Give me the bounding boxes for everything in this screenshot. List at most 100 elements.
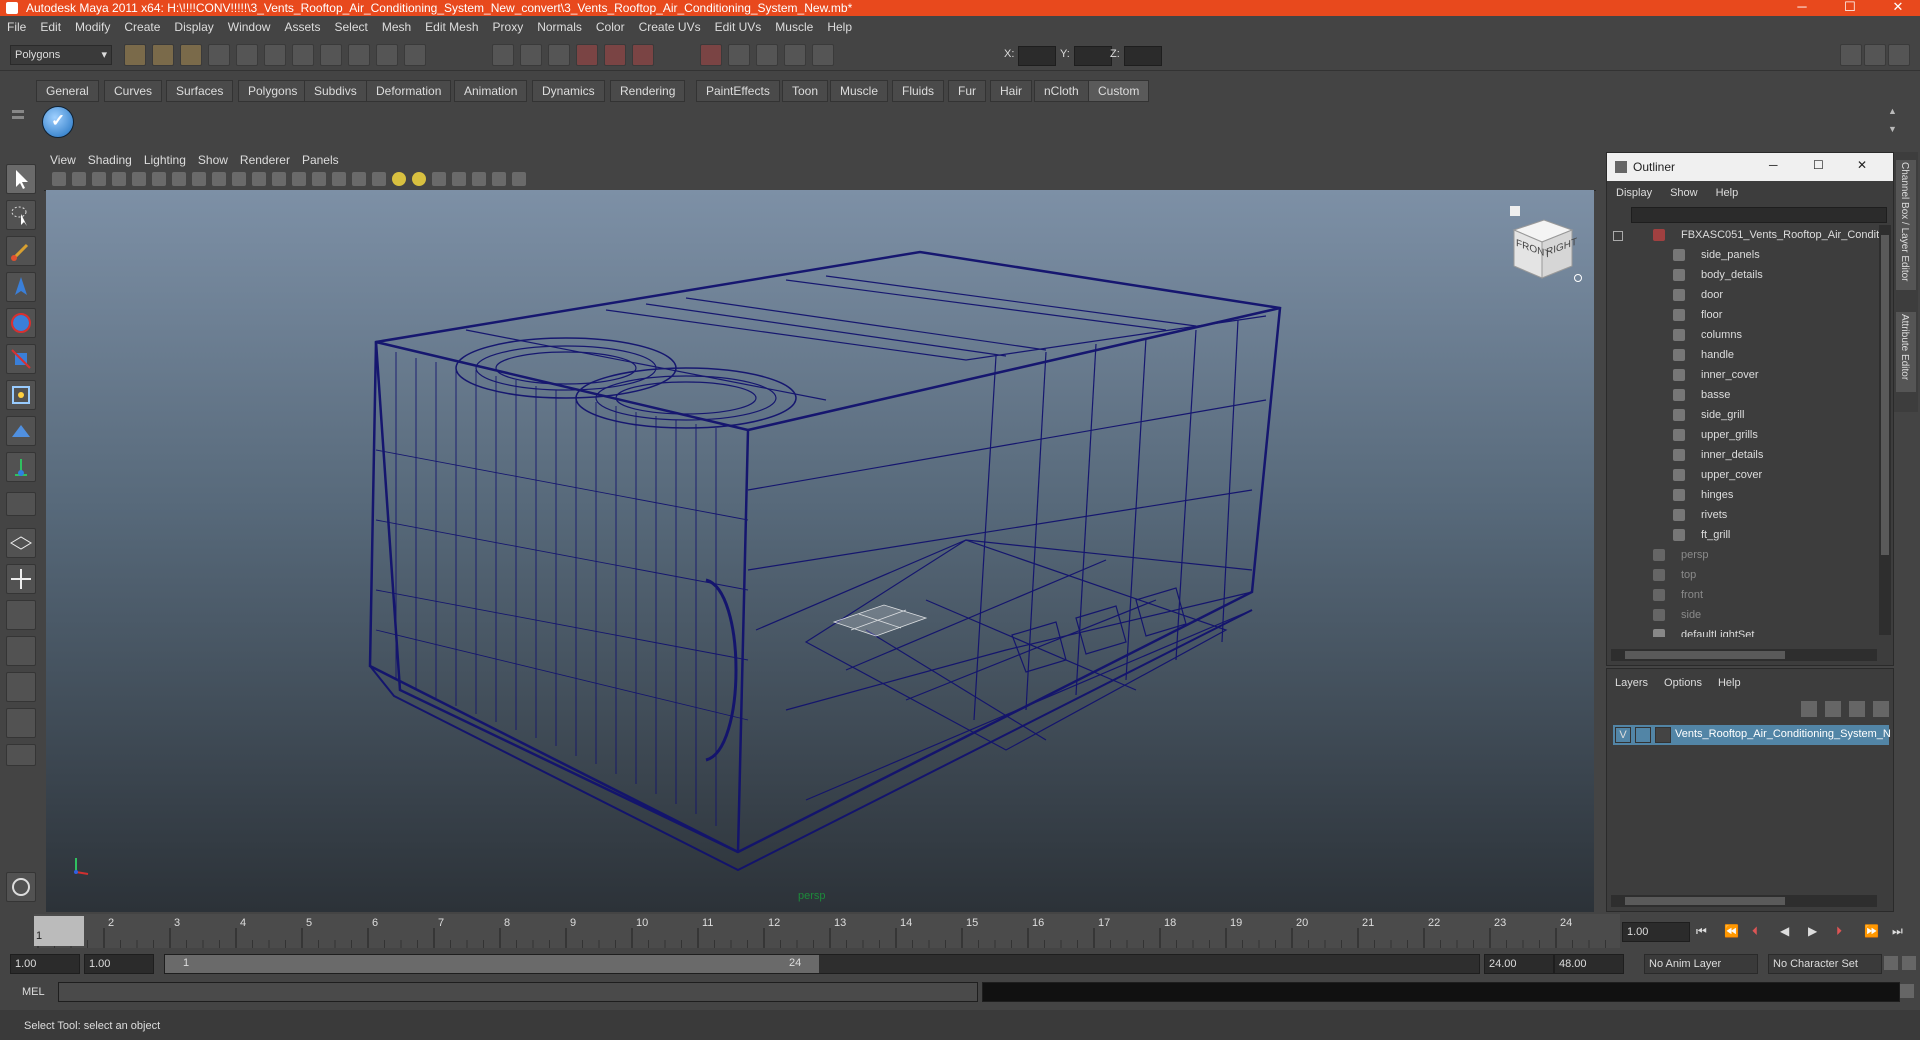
viewport-menu-show[interactable]: Show [192, 150, 234, 170]
shelf-tab-rendering[interactable]: Rendering [610, 80, 686, 102]
shelf-tab-dynamics[interactable]: Dynamics [532, 80, 605, 102]
select-tool-icon[interactable] [6, 164, 36, 194]
menu-window[interactable]: Window [221, 16, 278, 38]
menu-create-uvs[interactable]: Create UVs [632, 16, 708, 38]
film-gate-icon[interactable] [192, 172, 206, 186]
menu-normals[interactable]: Normals [530, 16, 589, 38]
bookmark-icon[interactable] [92, 172, 106, 186]
outliner-item-side-panels[interactable]: side_panels [1607, 245, 1879, 265]
playback-end-field[interactable]: 24.00 [1484, 954, 1554, 974]
two-d-pan-zoom-icon[interactable] [132, 172, 146, 186]
play-forwards-icon[interactable]: ▶ [1808, 924, 1817, 938]
open-scene-icon[interactable] [152, 44, 174, 66]
animation-preferences-icon[interactable] [1902, 956, 1916, 970]
view-cube[interactable]: FRONT RIGHT [1508, 216, 1577, 279]
viewport-menu-panels[interactable]: Panels [296, 150, 345, 170]
rooftop-ac-unit-wireframe[interactable] [46, 190, 1594, 912]
new-layer-icon[interactable] [1801, 701, 1817, 717]
viewport-menu-shading[interactable]: Shading [82, 150, 138, 170]
xray-icon[interactable] [472, 172, 486, 186]
menu-file[interactable]: File [0, 16, 33, 38]
outliner-item-handle[interactable]: handle [1607, 345, 1879, 365]
resolution-gate-icon[interactable] [212, 172, 226, 186]
step-forward-key-icon[interactable]: ⏩ [1864, 924, 1879, 938]
grid-toggle-icon[interactable] [172, 172, 186, 186]
viewcube-menu-icon[interactable] [1574, 274, 1582, 282]
select-camera-icon[interactable] [548, 44, 570, 66]
select-component-icon[interactable] [264, 44, 286, 66]
playback-start-field[interactable]: 1.00 [84, 954, 154, 974]
input-line-icon[interactable] [812, 44, 834, 66]
outliner-vertical-scrollbar[interactable] [1879, 225, 1891, 635]
new-scene-icon[interactable] [124, 44, 146, 66]
layer-row[interactable]: V Vents_Rooftop_Air_Conditioning_System_… [1613, 725, 1891, 745]
snap-curve-icon[interactable] [320, 44, 342, 66]
outliner-item-camera-side[interactable]: side [1607, 605, 1879, 625]
custom-shelf-check-icon[interactable]: ✓ [42, 106, 74, 138]
select-camera-icon[interactable] [52, 172, 66, 186]
outliner-item-root[interactable]: FBXASC051_Vents_Rooftop_Air_Conditi [1607, 225, 1879, 245]
wireframe-icon[interactable] [312, 172, 326, 186]
layer-visibility-toggle[interactable]: V [1615, 727, 1631, 743]
outliner-item-door[interactable]: door [1607, 285, 1879, 305]
shelf-tab-animation[interactable]: Animation [454, 80, 528, 102]
time-slider[interactable]: 123456789101112131415161718192021222324 … [34, 914, 1620, 948]
outliner-item-basse[interactable]: basse [1607, 385, 1879, 405]
shelf-tab-curves[interactable]: Curves [104, 80, 163, 102]
go-to-start-icon[interactable]: ⏮ [1696, 924, 1707, 939]
shaded-wireframe-icon[interactable] [352, 172, 366, 186]
outliner-item-default-light-set[interactable]: defaultLightSet [1607, 625, 1879, 637]
outliner-item-upper-grills[interactable]: upper_grills [1607, 425, 1879, 445]
step-back-key-icon[interactable]: ⏪ [1724, 924, 1739, 938]
range-slider-thumb[interactable]: 1 24 [165, 955, 819, 973]
show-channel-icon[interactable] [784, 44, 806, 66]
script-editor-icon[interactable] [6, 872, 36, 902]
layers-menu-help[interactable]: Help [1710, 673, 1749, 693]
snap-surface-icon[interactable] [404, 44, 426, 66]
more-layouts-icon[interactable] [6, 744, 36, 766]
menu-display[interactable]: Display [167, 16, 220, 38]
outliner-close-button[interactable]: ✕ [1857, 158, 1867, 172]
current-time-field[interactable]: 1.00 [1622, 922, 1690, 942]
perspective-viewport[interactable]: FRONT RIGHT persp [46, 190, 1594, 912]
shelf-handle-icon[interactable] [12, 82, 24, 138]
home-icon[interactable] [1510, 206, 1520, 216]
menu-select[interactable]: Select [327, 16, 374, 38]
outliner-maximize-button[interactable]: ☐ [1813, 158, 1824, 172]
outliner-menu-display[interactable]: Display [1607, 183, 1661, 203]
maximize-button[interactable]: ☐ [1832, 0, 1868, 16]
z-field[interactable] [1124, 46, 1162, 66]
lock-icon[interactable] [520, 44, 542, 66]
safe-title-icon[interactable] [292, 172, 306, 186]
shelf-scroll-up-icon[interactable]: ▲ [1888, 106, 1898, 116]
paint-select-tool-icon[interactable] [6, 236, 36, 266]
layer-up-icon[interactable] [1849, 701, 1865, 717]
menu-color[interactable]: Color [589, 16, 632, 38]
safe-action-icon[interactable] [272, 172, 286, 186]
default-lighting-icon[interactable] [392, 172, 406, 186]
menu-create[interactable]: Create [117, 16, 167, 38]
field-chart-icon[interactable] [252, 172, 266, 186]
outliner-minimize-button[interactable]: ─ [1769, 158, 1778, 172]
soft-modification-icon[interactable] [6, 416, 36, 446]
layers-menu-layers[interactable]: Layers [1607, 673, 1656, 693]
outliner-item-hinges[interactable]: hinges [1607, 485, 1879, 505]
outliner-horizontal-scrollbar[interactable] [1611, 649, 1877, 661]
animation-end-field[interactable]: 48.00 [1554, 954, 1624, 974]
construction-history-icon[interactable] [576, 44, 598, 66]
shelf-tab-fluids[interactable]: Fluids [892, 80, 945, 102]
persp-graph-layout-icon[interactable] [6, 636, 36, 666]
snap-point-icon[interactable] [348, 44, 370, 66]
render-settings-icon[interactable] [700, 44, 722, 66]
outliner-item-ft-grill[interactable]: ft_grill [1607, 525, 1879, 545]
outliner-item-camera-persp[interactable]: persp [1607, 545, 1879, 565]
last-tool-icon[interactable] [6, 492, 36, 516]
play-backwards-icon[interactable]: ◀ [1780, 924, 1789, 938]
outliner-item-camera-front[interactable]: front [1607, 585, 1879, 605]
close-button[interactable]: ✕ [1880, 0, 1916, 16]
outliner-item-floor[interactable]: floor [1607, 305, 1879, 325]
shelf-scroll-down-icon[interactable]: ▼ [1888, 124, 1898, 134]
outliner-item-upper-cover[interactable]: upper_cover [1607, 465, 1879, 485]
show-manipulator-icon[interactable] [6, 452, 36, 482]
shelf-tab-custom[interactable]: Custom [1088, 80, 1150, 102]
